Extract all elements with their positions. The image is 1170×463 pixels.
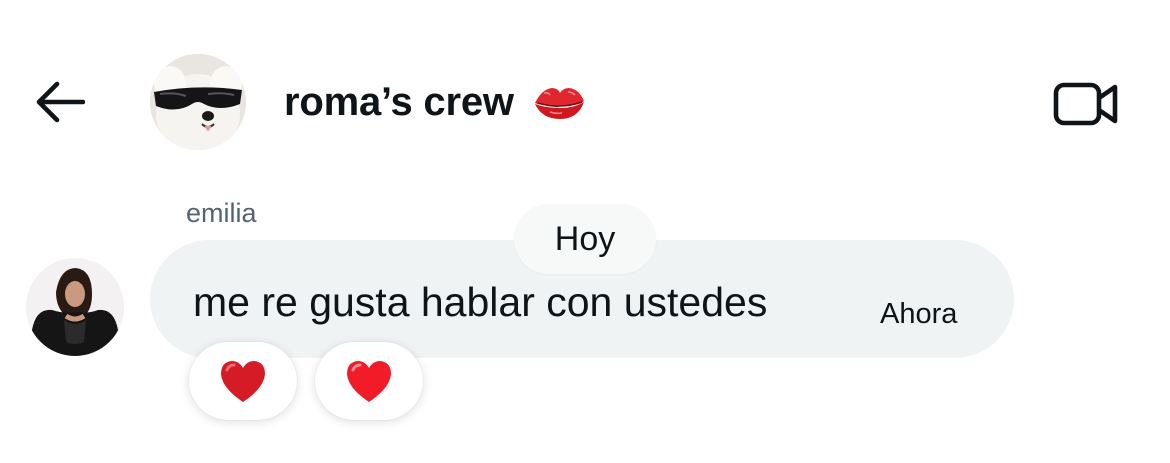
dog-with-sunglasses-image <box>150 54 246 150</box>
message-timestamp: Ahora <box>880 298 958 330</box>
message-text: me re gusta hablar con ustedes <box>193 279 768 325</box>
red-heart-icon <box>347 361 391 402</box>
video-call-button[interactable] <box>1050 76 1122 132</box>
conversation-title[interactable]: roma’s crew <box>284 80 586 125</box>
date-separator: Hoy <box>514 204 656 274</box>
group-avatar[interactable] <box>150 54 246 150</box>
red-heart-icon <box>221 361 265 402</box>
sender-name: emilia <box>186 198 257 228</box>
sender-avatar[interactable] <box>26 258 124 356</box>
person-photo-image <box>26 258 124 356</box>
arrow-left-icon <box>36 81 85 123</box>
back-button[interactable] <box>28 74 90 130</box>
group-name: roma’s crew <box>284 80 514 124</box>
video-camera-icon <box>1053 82 1118 126</box>
reaction-heart-1[interactable] <box>189 342 297 420</box>
reaction-heart-2[interactable] <box>315 342 423 420</box>
lips-kiss-icon <box>534 87 584 119</box>
dm-conversation-screen: roma’s crew emilia me re gusta hablar co… <box>0 0 1170 463</box>
